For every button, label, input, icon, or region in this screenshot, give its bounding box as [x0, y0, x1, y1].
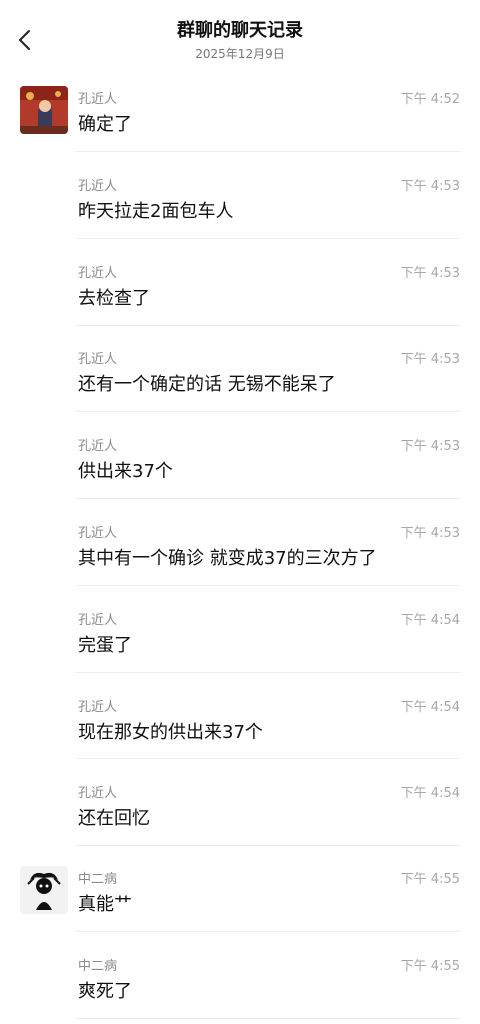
header: 群聊的聊天记录 2025年12月9日: [0, 0, 480, 72]
divider: [76, 411, 460, 412]
divider: [76, 498, 460, 499]
sender-name: 孔近人: [78, 352, 118, 367]
sender-name: 中二病: [78, 872, 118, 887]
sender-name: 孔近人: [78, 526, 118, 541]
page-title: 群聊的聊天记录: [177, 20, 303, 41]
avatar[interactable]: [20, 866, 68, 914]
divider: [76, 758, 460, 759]
divider: [76, 1018, 460, 1019]
message-text: 还有一个确定的话 无锡不能呆了: [78, 374, 336, 395]
divider: [76, 151, 460, 152]
divider: [76, 931, 460, 932]
divider: [76, 238, 460, 239]
message-time: 下午 4:53: [400, 179, 460, 194]
message-text: 去检查了: [78, 288, 150, 309]
sender-name: 孔近人: [78, 786, 118, 801]
sender-name: 孔近人: [78, 700, 118, 715]
divider: [76, 845, 460, 846]
message-time: 下午 4:53: [400, 352, 460, 367]
message-time: 下午 4:53: [400, 439, 460, 454]
message-text: 还在回忆: [78, 808, 150, 829]
divider: [76, 325, 460, 326]
divider: [76, 585, 460, 586]
sender-name: 孔近人: [78, 613, 118, 628]
message-time: 下午 4:53: [400, 266, 460, 281]
message-text: 确定了: [78, 114, 132, 135]
message-time: 下午 4:55: [400, 959, 460, 974]
message-time: 下午 4:52: [400, 92, 460, 107]
sender-name: 孔近人: [78, 266, 118, 281]
message-text: 完蛋了: [78, 635, 132, 656]
message-text: 其中有一个确诊 就变成37的三次方了: [78, 548, 377, 569]
sender-name: 中二病: [78, 959, 118, 974]
message-text: 现在那女的供出来37个: [78, 722, 263, 743]
sender-name: 孔近人: [78, 179, 118, 194]
divider: [76, 672, 460, 673]
message-time: 下午 4:54: [400, 786, 460, 801]
chat-date: 2025年12月9日: [195, 47, 285, 61]
message-text: 爽死了: [78, 981, 132, 1002]
message-text: 真能艹: [78, 894, 132, 915]
message-time: 下午 4:53: [400, 526, 460, 541]
message-time: 下午 4:54: [400, 700, 460, 715]
message-text: 昨天拉走2面包车人: [78, 201, 234, 222]
message-text: 供出来37个: [78, 461, 173, 482]
message-time: 下午 4:54: [400, 613, 460, 628]
message-time: 下午 4:55: [400, 872, 460, 887]
sender-name: 孔近人: [78, 92, 118, 107]
sender-name: 孔近人: [78, 439, 118, 454]
avatar[interactable]: [20, 86, 68, 134]
